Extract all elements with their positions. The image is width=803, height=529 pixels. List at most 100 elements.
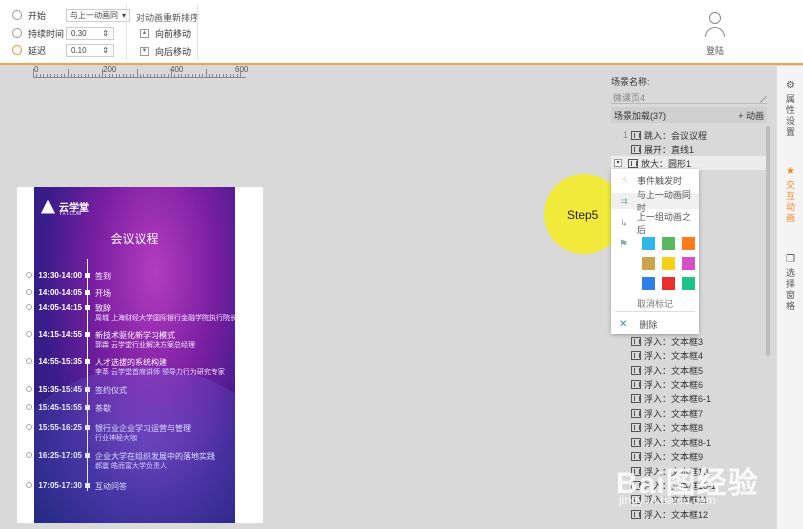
row-handle-icon[interactable] bbox=[26, 424, 32, 430]
ruler-tick bbox=[219, 74, 221, 77]
row-handle-icon[interactable] bbox=[26, 289, 32, 295]
row-handle-icon[interactable] bbox=[26, 358, 32, 364]
animation-item[interactable]: 浮入：文本框5 bbox=[611, 363, 769, 377]
agenda-marker bbox=[85, 359, 90, 364]
tab-interaction[interactable]: ★ 交互动画 bbox=[777, 166, 803, 224]
ruler-tick bbox=[33, 69, 34, 77]
animation-item[interactable]: 浮入：文本框8-1 bbox=[611, 435, 769, 449]
animation-icon bbox=[631, 144, 641, 154]
color-swatch[interactable] bbox=[642, 277, 655, 290]
ruler-tick bbox=[91, 74, 93, 77]
ruler-tick bbox=[153, 74, 155, 77]
move-forward-button[interactable]: ▲ 向前移动 bbox=[140, 27, 191, 40]
color-swatch[interactable] bbox=[642, 237, 655, 250]
animation-icon bbox=[631, 350, 641, 360]
animation-item[interactable]: ▾ 放大：圆形1 bbox=[611, 156, 769, 170]
ruler-tick bbox=[84, 74, 86, 77]
stepper-icon[interactable]: ⇕ bbox=[102, 29, 109, 38]
agenda-title: 开场 bbox=[95, 289, 111, 298]
duration-row: 持续时间 0.30 ⇕ bbox=[12, 25, 114, 41]
star-icon: ★ bbox=[786, 166, 795, 177]
animation-item[interactable]: 1 跳入：会议议程 bbox=[611, 128, 769, 142]
ruler-tick bbox=[133, 74, 135, 77]
ruler-tick bbox=[108, 74, 110, 77]
cancel-mark-button[interactable]: 取消标记 bbox=[611, 297, 699, 310]
ruler-tick bbox=[150, 74, 152, 77]
row-handle-icon[interactable] bbox=[26, 331, 32, 337]
animation-item[interactable]: 浮入：文本框4 bbox=[611, 348, 769, 362]
row-handle-icon[interactable] bbox=[26, 452, 32, 458]
parallel-icon: ⇉ bbox=[620, 196, 628, 206]
agenda-marker bbox=[85, 305, 90, 310]
slide-title[interactable]: 会议议程 bbox=[34, 230, 235, 247]
agenda-time: 14:05-14:15 bbox=[38, 303, 82, 312]
layers-icon: ❐ bbox=[786, 254, 795, 265]
delete-button[interactable]: ✕ 删除 bbox=[619, 318, 657, 331]
animation-item[interactable]: 浮入：文本框7 bbox=[611, 406, 769, 420]
animation-item[interactable]: 展开：直线1 bbox=[611, 142, 769, 156]
ruler-tick bbox=[143, 74, 145, 77]
ruler-tick bbox=[88, 74, 90, 77]
delay-input[interactable]: 0.10 ⇕ bbox=[66, 43, 114, 57]
row-handle-icon[interactable] bbox=[26, 304, 32, 310]
agenda-title: 互动问答 bbox=[95, 482, 127, 491]
move-backward-label: 向后移动 bbox=[155, 47, 192, 57]
add-animation-button[interactable]: + 动画 bbox=[738, 109, 764, 122]
row-handle-icon[interactable] bbox=[26, 272, 32, 278]
duration-input[interactable]: 0.30 ⇕ bbox=[66, 26, 114, 40]
animation-icon bbox=[631, 408, 641, 418]
agenda-marker bbox=[85, 483, 90, 488]
ruler-tick bbox=[195, 74, 197, 77]
menu-item-with-previous[interactable]: ⇉ 与上一动画同时 bbox=[611, 190, 699, 213]
menu-item-after-previous[interactable]: ↳ 上一组动画之后 bbox=[611, 212, 699, 235]
agenda-marker bbox=[85, 405, 90, 410]
ruler-tick bbox=[115, 74, 117, 77]
animation-label: 浮入：文本框8-1 bbox=[644, 437, 712, 448]
edit-icon[interactable] bbox=[754, 90, 767, 103]
delete-label: 删除 bbox=[639, 320, 658, 330]
color-swatch[interactable] bbox=[682, 277, 695, 290]
close-icon: ✕ bbox=[619, 319, 628, 330]
arrow-down-icon: ▼ bbox=[140, 47, 149, 56]
move-backward-button[interactable]: ▼ 向后移动 bbox=[140, 45, 191, 58]
slide-canvas[interactable]: 云学堂 YXT.COM 会议议程 13:30-14:00 签到 14:00-14:0… bbox=[34, 187, 235, 523]
scrollbar[interactable] bbox=[766, 126, 770, 356]
delay-value: 0.10 bbox=[71, 45, 87, 55]
ruler: 0 200 400 600 bbox=[33, 65, 248, 78]
animation-label: 跳入：会议议程 bbox=[644, 130, 708, 141]
row-handle-icon[interactable] bbox=[26, 386, 32, 392]
animation-item[interactable]: 浮入：文本框8 bbox=[611, 420, 769, 434]
clock-icon bbox=[12, 10, 22, 20]
row-handle-icon[interactable] bbox=[26, 482, 32, 488]
logo-icon bbox=[41, 199, 55, 214]
animation-item[interactable]: 浮入：文本框12 bbox=[611, 507, 769, 521]
color-swatch[interactable] bbox=[662, 277, 675, 290]
animation-index: 1 bbox=[622, 130, 628, 140]
login-button[interactable]: 登陆 bbox=[697, 12, 733, 57]
context-menu: ☝ 事件触发时 ⇉ 与上一动画同时 ↳ 上一组动画之后 ⚑ 取消标记 ✕ 删除 bbox=[611, 169, 699, 334]
chevron-down-icon[interactable]: ▾ bbox=[614, 159, 622, 167]
start-select[interactable]: 与上一动画同 ▾ bbox=[66, 8, 130, 22]
animation-item[interactable]: 浮入：文本框3 bbox=[611, 334, 769, 348]
ruler-tick bbox=[112, 74, 114, 77]
tab-selection[interactable]: ❐ 选择窗格 bbox=[777, 254, 803, 312]
color-swatch[interactable] bbox=[682, 257, 695, 270]
agenda-marker bbox=[85, 425, 90, 430]
color-swatch[interactable] bbox=[682, 237, 695, 250]
animation-item[interactable]: 浮入：文本框6 bbox=[611, 377, 769, 391]
agenda-title: 签约仪式 bbox=[95, 386, 127, 395]
stepper-icon[interactable]: ⇕ bbox=[102, 46, 109, 55]
timer-icon bbox=[12, 28, 22, 38]
menu-item-event-trigger[interactable]: ☝ 事件触发时 bbox=[611, 172, 699, 188]
tab-properties[interactable]: ⚙ 属性设置 bbox=[777, 80, 803, 138]
row-handle-icon[interactable] bbox=[26, 404, 32, 410]
ruler-tick bbox=[105, 74, 107, 77]
arrow-up-icon: ▲ bbox=[140, 29, 149, 38]
animation-label: 浮入：文本框4 bbox=[644, 350, 704, 361]
color-swatch[interactable] bbox=[642, 257, 655, 270]
color-swatch[interactable] bbox=[662, 257, 675, 270]
color-swatch[interactable] bbox=[662, 237, 675, 250]
ruler-tick bbox=[160, 74, 162, 77]
divider bbox=[611, 103, 767, 104]
animation-item[interactable]: 浮入：文本框6-1 bbox=[611, 391, 769, 405]
